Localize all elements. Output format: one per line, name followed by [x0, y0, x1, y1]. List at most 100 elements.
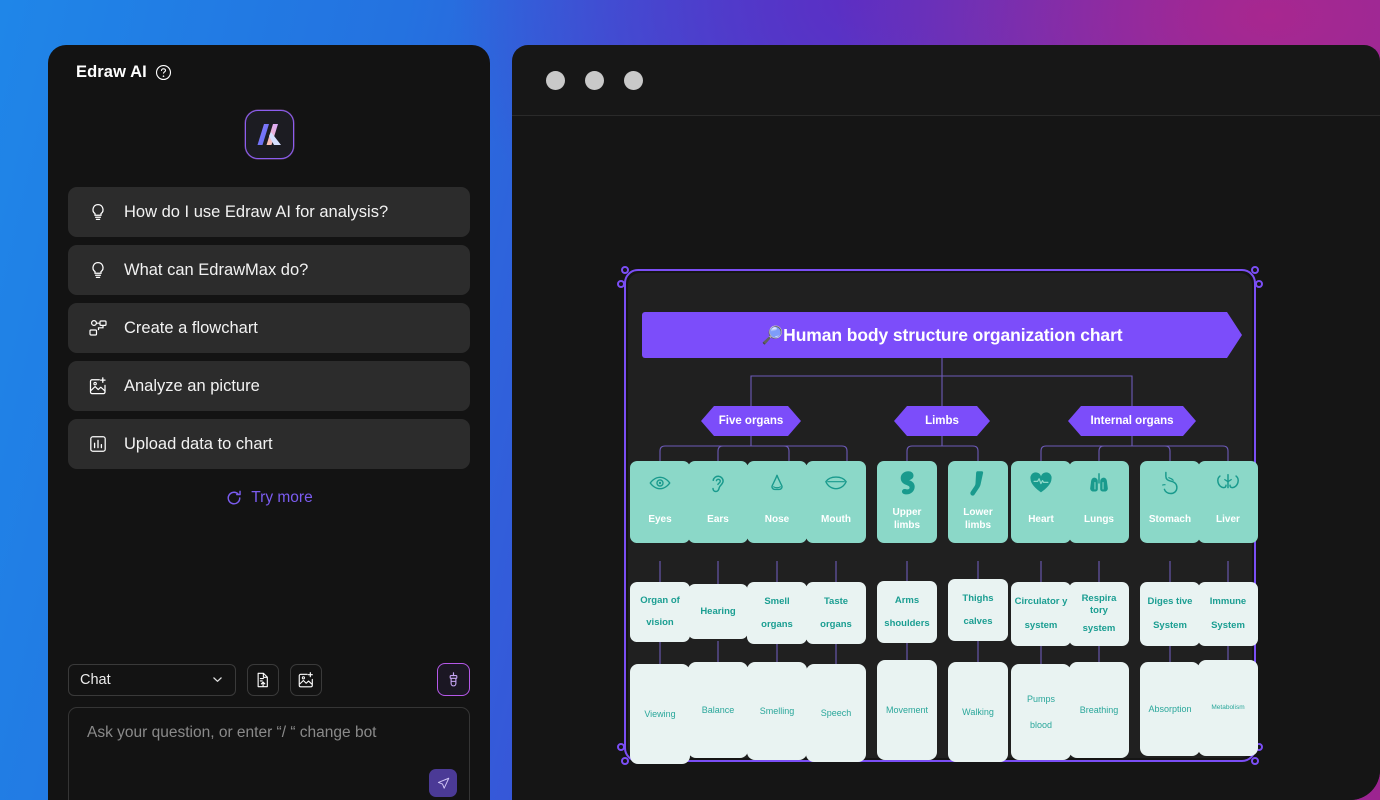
action-label: Breathing [1079, 705, 1119, 715]
function-card-smell[interactable]: Smell organs [747, 582, 807, 644]
diagram-canvas[interactable]: 🔎Human body structure organization chart… [512, 116, 1380, 800]
function-card-thighs[interactable]: Thighs calves [948, 579, 1008, 641]
function-label-line2: System [1153, 620, 1187, 631]
organ-label: Lower limbs [963, 507, 993, 531]
suggestion-item-flowchart[interactable]: Create a flowchart [68, 303, 470, 353]
nose-icon [766, 471, 788, 495]
leg-icon [970, 470, 986, 496]
action-label-line2: blood [1029, 720, 1053, 730]
action-card-speech[interactable]: Speech [806, 664, 866, 762]
action-card-pumps-blood[interactable]: Pumps blood [1011, 664, 1071, 760]
try-more-button[interactable]: Try more [48, 489, 490, 507]
branch-label: Five organs [718, 415, 784, 427]
app-shell: Edraw AI How do I use Edraw AI for analy… [0, 0, 1380, 800]
chevron-down-icon [211, 673, 224, 686]
branch-node-limbs[interactable]: Limbs [894, 406, 990, 436]
organ-card-upper-limbs[interactable]: Upper limbs [877, 461, 937, 543]
suggestion-item-edrawmax[interactable]: What can EdrawMax do? [68, 245, 470, 295]
organ-label: Ears [707, 513, 729, 525]
org-chart: 🔎Human body structure organization chart… [512, 116, 1380, 800]
organ-card-stomach[interactable]: Stomach [1140, 461, 1200, 543]
organ-label: Stomach [1148, 513, 1192, 525]
compose-toolbar: Chat [68, 663, 470, 696]
action-card-viewing[interactable]: Viewing [630, 664, 690, 764]
organ-card-nose[interactable]: Nose [747, 461, 807, 543]
mode-select-value: Chat [80, 671, 111, 688]
branch-node-five-organs[interactable]: Five organs [701, 406, 801, 436]
suggestion-label: Upload data to chart [124, 434, 273, 453]
function-card-immune[interactable]: Immune System [1198, 582, 1258, 646]
organ-card-mouth[interactable]: Mouth [806, 461, 866, 543]
function-label-line1: Immune [1209, 596, 1247, 607]
function-label-line1: Diges tive [1147, 596, 1193, 607]
chat-sidebar: Edraw AI How do I use Edraw AI for analy… [48, 45, 490, 800]
organ-label: Nose [764, 513, 790, 525]
suggestion-item-picture[interactable]: Analyze an picture [68, 361, 470, 411]
function-label-line1: Hearing [700, 605, 736, 617]
function-label-line2: organs [820, 618, 852, 630]
action-label: Speech [820, 708, 852, 718]
chart-title-node[interactable]: 🔎Human body structure organization chart [642, 312, 1242, 358]
organ-card-lungs[interactable]: Lungs [1069, 461, 1129, 543]
action-card-movement[interactable]: Movement [877, 660, 937, 760]
liver-icon [1216, 471, 1240, 495]
close-dot[interactable] [546, 70, 565, 90]
action-label-line1: Pumps [1026, 694, 1055, 704]
lungs-icon [1088, 471, 1110, 495]
arm-icon [897, 471, 917, 495]
function-label-line1: Organ of [640, 595, 680, 606]
action-card-breathing[interactable]: Breathing [1069, 662, 1129, 758]
organ-card-heart[interactable]: Heart [1011, 461, 1071, 543]
chat-input[interactable]: Ask your question, or enter “/ “ change … [68, 707, 470, 800]
function-label-line1: Circulator y [1014, 596, 1068, 607]
branch-label: Limbs [925, 415, 959, 427]
action-label: Absorption [1148, 704, 1192, 714]
stomach-icon [1159, 471, 1181, 495]
image-upload-button[interactable] [290, 663, 322, 696]
organ-card-ears[interactable]: Ears [688, 461, 748, 543]
heart-icon [1029, 471, 1053, 495]
suggestion-label: What can EdrawMax do? [124, 260, 309, 279]
image-add-icon [88, 376, 108, 396]
sidebar-header: Edraw AI [48, 45, 490, 82]
function-card-arms[interactable]: Arms shoulders [877, 581, 937, 643]
send-button[interactable] [429, 769, 457, 797]
function-card-circulatory[interactable]: Circulator y system [1011, 582, 1071, 646]
function-label-line1: Smell [764, 595, 790, 607]
file-upload-button[interactable] [247, 663, 279, 696]
organ-label: Upper limbs [892, 507, 922, 531]
suggestion-label: Create a flowchart [124, 318, 258, 337]
function-card-taste[interactable]: Taste organs [806, 582, 866, 644]
action-card-balance[interactable]: Balance [688, 662, 748, 758]
maximize-dot[interactable] [624, 70, 643, 90]
suggestion-list: How do I use Edraw AI for analysis? What… [48, 187, 490, 469]
page-title: Edraw AI [76, 63, 147, 81]
action-card-smelling[interactable]: Smelling [747, 662, 807, 760]
function-card-respiratory[interactable]: Respira tory system [1069, 582, 1129, 646]
mode-select[interactable]: Chat [68, 663, 236, 696]
organ-card-lower-limbs[interactable]: Lower limbs [948, 461, 1008, 543]
organ-card-eyes[interactable]: Eyes [630, 461, 690, 543]
function-card-digestive[interactable]: Diges tive System [1140, 582, 1200, 646]
editor-window: 🔎Human body structure organization chart… [512, 45, 1380, 800]
compose-area: Chat Ask your question, or enter “/ “ ch… [48, 663, 490, 800]
action-card-walking[interactable]: Walking [948, 662, 1008, 762]
minimize-dot[interactable] [585, 70, 604, 90]
function-label-line2: vision [646, 617, 674, 628]
suggestion-item-analysis[interactable]: How do I use Edraw AI for analysis? [68, 187, 470, 237]
function-label-line2: system [1024, 620, 1058, 631]
flowchart-icon [88, 318, 108, 338]
action-card-metabolism[interactable]: Metabolism [1198, 660, 1258, 756]
organ-card-liver[interactable]: Liver [1198, 461, 1258, 543]
branch-node-internal-organs[interactable]: Internal organs [1068, 406, 1196, 436]
action-card-absorption[interactable]: Absorption [1140, 662, 1200, 756]
clear-chat-button[interactable] [437, 663, 470, 696]
function-card-hearing[interactable]: Hearing [688, 584, 748, 639]
chart-upload-icon [88, 434, 108, 454]
function-card-vision[interactable]: Organ of vision [630, 582, 690, 642]
chat-input-placeholder: Ask your question, or enter “/ “ change … [87, 724, 377, 741]
question-circle-icon[interactable] [155, 64, 172, 81]
mouth-icon [824, 471, 848, 495]
suggestion-item-upload-chart[interactable]: Upload data to chart [68, 419, 470, 469]
